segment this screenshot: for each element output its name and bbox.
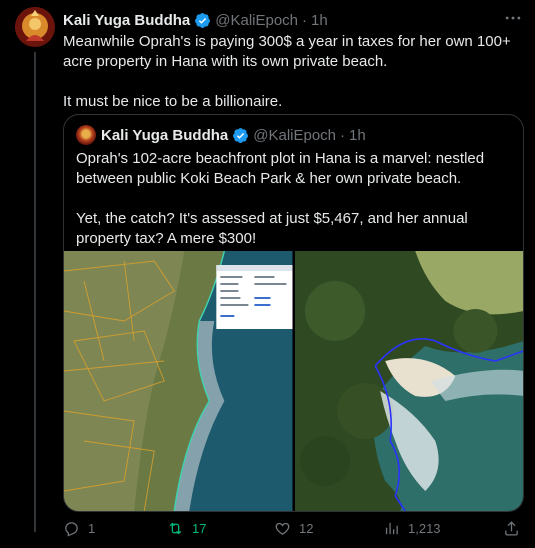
verified-badge-icon <box>233 127 249 143</box>
header-separator: · <box>302 11 308 29</box>
author-handle[interactable]: @KaliEpoch <box>215 12 298 29</box>
views-count: 1,213 <box>408 521 441 536</box>
quote-author-name: Kali Yuga Buddha <box>101 126 229 144</box>
quote-text: Oprah's 102-acre beachfront plot in Hana… <box>76 150 485 247</box>
quote-time: 1h <box>349 126 366 144</box>
tweet-actions: 1 17 12 1,213 <box>63 520 523 540</box>
quote-author-handle: @KaliEpoch <box>253 126 337 144</box>
retweet-button[interactable]: 17 <box>167 520 206 537</box>
tweet-header: Kali Yuga Buddha @KaliEpoch · 1h <box>63 10 523 30</box>
views-button[interactable]: 1,213 <box>383 520 441 537</box>
verified-badge-icon <box>195 12 211 28</box>
quote-header: Kali Yuga Buddha @KaliEpoch · 1h <box>76 125 366 145</box>
reply-icon <box>65 522 78 537</box>
quote-media <box>64 251 523 511</box>
tweet-text: Meanwhile Oprah's is paying 300$ a year … <box>63 33 511 110</box>
quote-header-separator: · <box>340 126 346 144</box>
quoted-tweet[interactable]: Kali Yuga Buddha @KaliEpoch · 1h Oprah's… <box>63 114 524 512</box>
thread-line <box>34 52 36 532</box>
author-name[interactable]: Kali Yuga Buddha <box>63 12 190 29</box>
reply-count: 1 <box>88 521 96 536</box>
tweet-time[interactable]: 1h <box>311 12 328 29</box>
share-button[interactable] <box>503 520 520 537</box>
more-options-icon[interactable] <box>503 8 523 28</box>
reply-button[interactable]: 1 <box>63 520 95 537</box>
heart-icon <box>275 522 290 535</box>
quote-author-avatar <box>76 125 96 145</box>
like-count: 12 <box>299 521 314 536</box>
retweet-count: 17 <box>192 521 207 536</box>
retweet-icon <box>169 522 182 535</box>
views-chart-icon <box>385 522 398 535</box>
aerial-beach-image[interactable] <box>294 251 523 511</box>
author-avatar[interactable] <box>15 7 55 47</box>
share-icon <box>505 521 518 536</box>
parcel-map-image[interactable] <box>64 251 293 511</box>
like-button[interactable]: 12 <box>274 520 313 537</box>
